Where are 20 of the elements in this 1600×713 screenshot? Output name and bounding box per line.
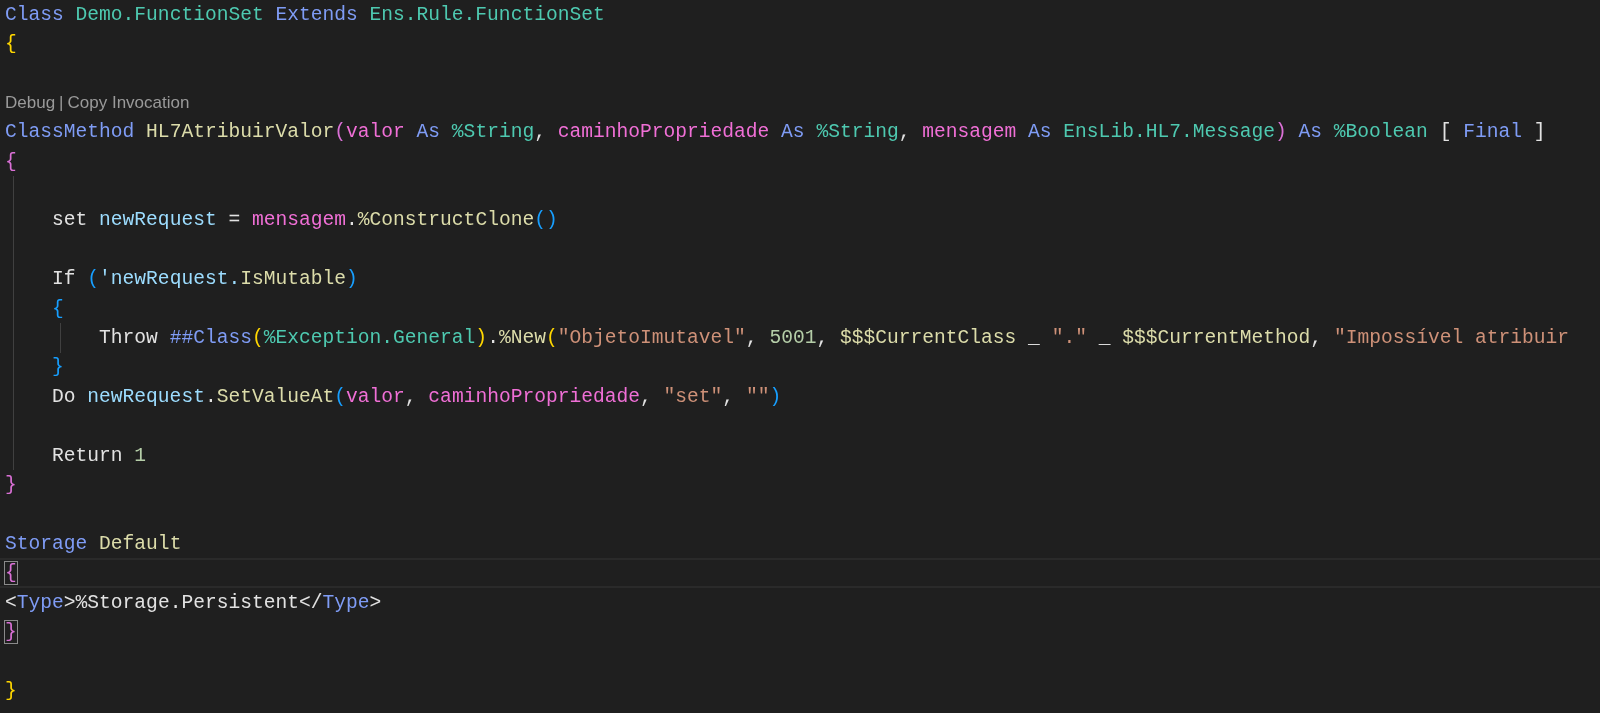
code-line: If ('newRequest.IsMutable) [52, 268, 358, 291]
code-line: Class Demo.FunctionSet Extends Ens.Rule.FunctionSet [5, 3, 605, 26]
code-line: Throw ##Class(%Exception.General).%New("ObjetoImutavel", 5001, $$$CurrentClass _ "." _ $$$CurrentMethod, "Impossível atribuir [99, 327, 1570, 349]
code-line: } [5, 679, 17, 702]
codelens-separator: | [59, 92, 64, 113]
code-line: { [5, 33, 17, 56]
codelens-link[interactable]: Debug [5, 92, 56, 113]
code-line: ClassMethod HL7AtribuirValor(valor As %String, caminhoPropriedade As %String, mensagem As EnsLib.HL7.Message) As %Boolean [ Final ] [5, 121, 1546, 144]
code-line: } [52, 356, 64, 379]
code-line: { [52, 297, 64, 320]
code-line: Do newRequest.SetValueAt(valor, caminhoPropriedade, "set", "") [52, 385, 782, 408]
code-line: set newRequest = mensagem.%ConstructClone() [52, 209, 558, 232]
code-line: Return 1 [52, 444, 147, 467]
code-line: } [5, 473, 17, 496]
code-line: } [5, 620, 17, 643]
code-line: <Type>%Storage.Persistent</Type> [5, 591, 382, 614]
code-line: { [5, 562, 17, 585]
code-line: { [5, 150, 17, 173]
codelens-link[interactable]: Copy Invocation [67, 92, 190, 113]
code-line: Storage Default [5, 532, 182, 555]
